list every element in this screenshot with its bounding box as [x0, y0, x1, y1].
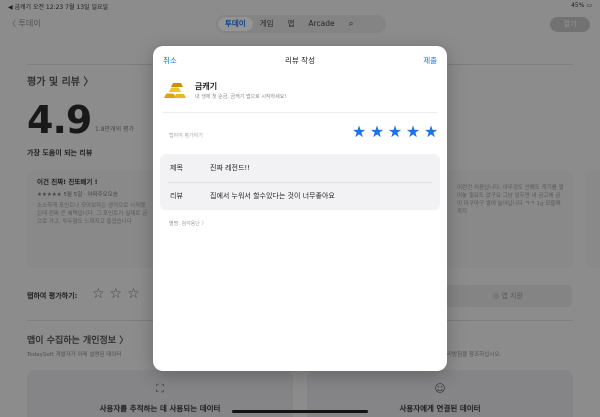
rate-label: 탭하여 평가하기: [169, 133, 203, 139]
star-5[interactable]: ★: [423, 124, 439, 140]
nickname-link[interactable]: 별명: 검각용난 〉: [169, 220, 206, 227]
sheet-header: 취소 리뷰 작성 제출: [153, 46, 447, 72]
review-field-label: 리뷰: [170, 192, 183, 200]
app-name: 금캐기: [195, 82, 218, 91]
gold-bars-icon: [164, 83, 186, 98]
divider: [163, 112, 437, 113]
star-3[interactable]: ★: [387, 124, 403, 140]
star-2[interactable]: ★: [369, 124, 385, 140]
submit-button[interactable]: 제출: [423, 55, 437, 66]
review-form: 제목 진짜 레전드!! 리뷰 집에서 누워서 할수있다는 것이 너무좋아요: [160, 154, 440, 210]
star-4[interactable]: ★: [405, 124, 421, 140]
app-description: 내 생애 첫 순금, 금캐기 앱으로 시작하세요!: [195, 94, 287, 100]
home-indicator[interactable]: [232, 410, 368, 413]
star-rating[interactable]: ★ ★ ★ ★ ★: [351, 124, 439, 140]
review-row[interactable]: 리뷰 집에서 누워서 할수있다는 것이 너무좋아요: [160, 182, 440, 210]
write-review-sheet: 취소 리뷰 작성 제출 금캐기 내 생애 첫 순금, 금캐기 앱으로 시작하세요…: [153, 46, 447, 371]
app-info: 금캐기 내 생애 첫 순금, 금캐기 앱으로 시작하세요!: [163, 76, 437, 106]
star-1[interactable]: ★: [351, 124, 367, 140]
sheet-title: 리뷰 작성: [285, 56, 315, 65]
review-field[interactable]: 집에서 누워서 할수있다는 것이 너무좋아요: [210, 191, 335, 201]
title-field[interactable]: 진짜 레전드!!: [210, 163, 250, 173]
title-row[interactable]: 제목 진짜 레전드!!: [160, 154, 440, 182]
title-field-label: 제목: [170, 164, 183, 172]
